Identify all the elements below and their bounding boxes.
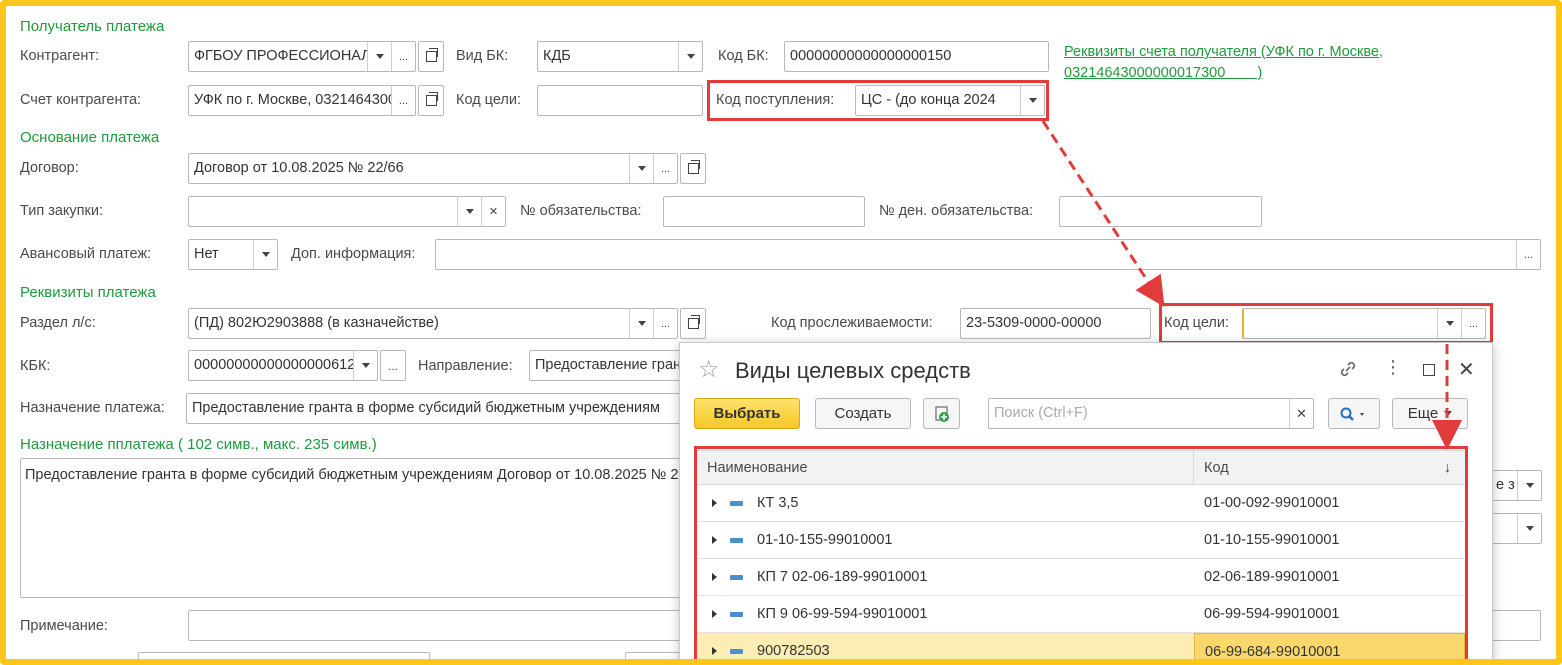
arrows-overlay [1041,120,1462,450]
